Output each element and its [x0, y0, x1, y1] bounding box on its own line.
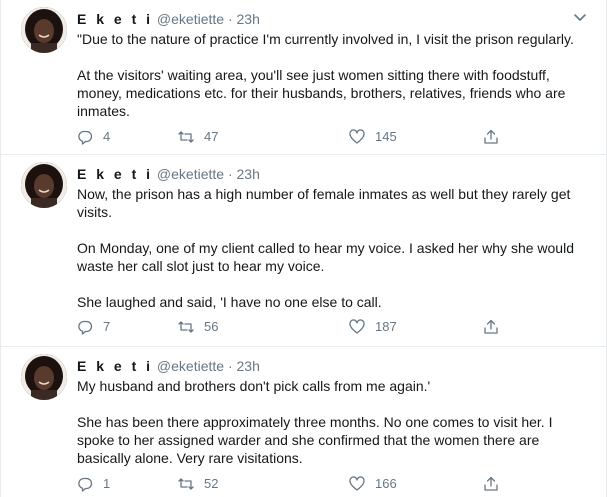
share-icon [484, 476, 498, 491]
reply-count: 7 [103, 319, 111, 334]
tweet-text: "Due to the nature of practice I'm curre… [77, 30, 587, 120]
display-name[interactable]: E k e t i [77, 11, 153, 27]
like-count: 145 [375, 129, 397, 144]
user-handle[interactable]: @eketiette [157, 11, 224, 27]
share-button[interactable] [483, 475, 509, 493]
tweet-actions: 1 52 166 [77, 475, 507, 493]
retweet-count: 52 [204, 476, 219, 491]
tweet-paragraph: She laughed and said, 'I have no one els… [77, 294, 382, 310]
tweet-paragraph: My husband and brothers don't pick calls… [77, 378, 431, 394]
heart-icon [349, 129, 365, 144]
separator: · [227, 358, 233, 374]
like-count: 187 [375, 319, 397, 334]
display-name[interactable]: E k e t i [77, 166, 153, 182]
reply-icon [78, 130, 93, 145]
reply-button[interactable]: 4 [77, 128, 110, 146]
like-button[interactable]: 187 [349, 318, 397, 336]
retweet-count: 56 [204, 319, 219, 334]
tweet-paragraph: Now, the prison has a high number of fem… [77, 186, 571, 220]
avatar[interactable] [21, 162, 67, 208]
tweet[interactable]: E k e t i @eketiette · 23h Now, the pris… [0, 155, 607, 347]
retweet-button[interactable]: 47 [178, 128, 218, 146]
reply-icon [78, 477, 93, 492]
retweet-icon [178, 478, 194, 490]
tweet-actions: 4 47 145 [77, 128, 507, 146]
display-name[interactable]: E k e t i [77, 358, 153, 374]
timestamp[interactable]: 23h [237, 358, 260, 374]
heart-icon [349, 476, 365, 491]
tweet-text: My husband and brothers don't pick calls… [77, 377, 587, 467]
avatar[interactable] [21, 354, 67, 400]
user-handle[interactable]: @eketiette [157, 166, 224, 182]
like-count: 166 [375, 476, 397, 491]
tweet-header: E k e t i @eketiette · 23h [77, 165, 260, 183]
share-button[interactable] [483, 318, 509, 336]
reply-count: 1 [103, 476, 111, 491]
share-icon [484, 129, 498, 144]
reply-button[interactable]: 7 [77, 318, 110, 336]
separator: · [227, 166, 233, 182]
tweet[interactable]: E k e t i @eketiette · 23h My husband an… [0, 347, 607, 497]
chevron-down-icon[interactable] [573, 10, 587, 24]
reply-icon [78, 320, 93, 335]
tweet-paragraph: She has been there approximately three m… [77, 414, 553, 466]
like-button[interactable]: 166 [349, 475, 397, 493]
reply-count: 4 [103, 129, 111, 144]
tweet-actions: 7 56 187 [77, 318, 507, 336]
tweet-header: E k e t i @eketiette · 23h [77, 357, 260, 375]
tweet-paragraph: On Monday, one of my client called to he… [77, 240, 574, 274]
like-button[interactable]: 145 [349, 128, 397, 146]
heart-icon [349, 319, 365, 334]
tweet[interactable]: E k e t i @eketiette · 23h "Due to the n… [0, 0, 607, 155]
reply-button[interactable]: 1 [77, 475, 110, 493]
separator: · [227, 11, 233, 27]
tweet-paragraph: At the visitors' waiting area, you'll se… [77, 67, 566, 119]
timestamp[interactable]: 23h [237, 166, 260, 182]
share-icon [484, 319, 498, 334]
tweet-header: E k e t i @eketiette · 23h [77, 10, 260, 28]
retweet-icon [178, 131, 194, 143]
retweet-icon [178, 321, 194, 333]
avatar[interactable] [21, 7, 67, 53]
retweet-button[interactable]: 56 [178, 318, 218, 336]
tweet-paragraph: "Due to the nature of practice I'm curre… [77, 31, 574, 47]
share-button[interactable] [483, 128, 509, 146]
tweet-thread: E k e t i @eketiette · 23h "Due to the n… [0, 0, 607, 497]
user-handle[interactable]: @eketiette [157, 358, 224, 374]
tweet-text: Now, the prison has a high number of fem… [77, 185, 587, 311]
retweet-button[interactable]: 52 [178, 475, 218, 493]
timestamp[interactable]: 23h [237, 11, 260, 27]
retweet-count: 47 [204, 129, 219, 144]
